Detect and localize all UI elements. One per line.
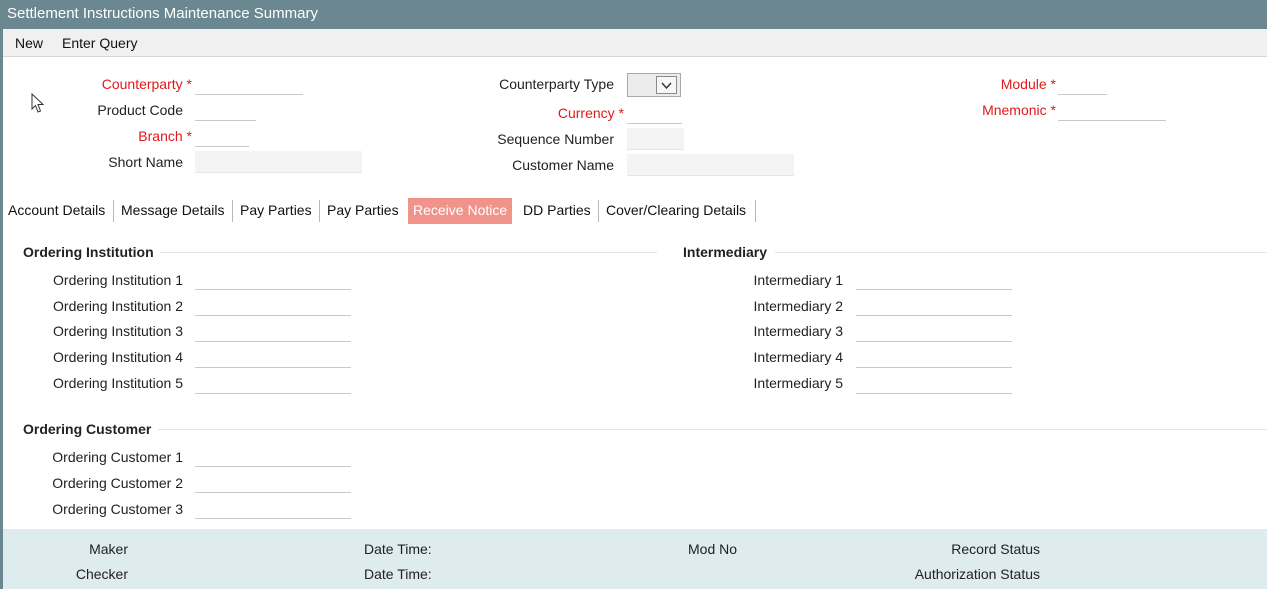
ordering-institution-3-input[interactable]: [195, 320, 351, 342]
ordering-institution-2-label: Ordering Institution 2: [53, 298, 183, 314]
ordering-institution-3-label: Ordering Institution 3: [53, 323, 183, 339]
ordering-institution-1-input[interactable]: [195, 268, 351, 290]
short-name-label: Short Name: [108, 154, 183, 170]
chevron-down-icon[interactable]: [656, 76, 677, 94]
authorization-status-label: Authorization Status: [914, 566, 1040, 582]
tab-separator: [319, 200, 320, 222]
ordering-institution-title: Ordering Institution: [23, 244, 154, 260]
window-title: Settlement Instructions Maintenance Summ…: [0, 0, 1267, 29]
short-name-input[interactable]: [195, 151, 362, 173]
sequence-number-label: Sequence Number: [497, 131, 614, 147]
intermediary-5-input[interactable]: [856, 372, 1012, 394]
new-menu-item[interactable]: New: [15, 35, 43, 51]
ordering-customer-3-input[interactable]: [195, 497, 351, 519]
module-label: Module *: [1000, 76, 1056, 92]
currency-label: Currency *: [557, 105, 624, 121]
intermediary-1-label: Intermediary 1: [753, 272, 843, 288]
tab-separator: [113, 200, 114, 222]
record-status-label: Record Status: [951, 541, 1040, 557]
ordering-institution-4-label: Ordering Institution 4: [53, 349, 183, 365]
section-divider: [158, 429, 1267, 430]
counterparty-type-select[interactable]: [627, 73, 681, 97]
counterparty-type-label: Counterparty Type: [499, 76, 614, 92]
ordering-customer-1-input[interactable]: [195, 445, 351, 467]
ordering-institution-5-label: Ordering Institution 5: [53, 375, 183, 391]
intermediary-3-label: Intermediary 3: [753, 323, 843, 339]
mod-no-label: Mod No: [688, 541, 738, 557]
section-divider: [160, 252, 657, 253]
tab-cover-clearing-details[interactable]: Cover/Clearing Details: [601, 198, 751, 224]
tab-account-details[interactable]: Account Details: [3, 198, 110, 224]
ordering-customer-2-input[interactable]: [195, 471, 351, 493]
tab-message-details[interactable]: Message Details: [116, 198, 230, 224]
ordering-customer-1-label: Ordering Customer 1: [52, 449, 183, 465]
intermediary-1-input[interactable]: [856, 268, 1012, 290]
intermediary-5-label: Intermediary 5: [753, 375, 843, 391]
product-code-label: Product Code: [97, 102, 183, 118]
intermediary-3-input[interactable]: [856, 320, 1012, 342]
branch-label: Branch *: [138, 128, 192, 144]
mnemonic-label: Mnemonic *: [982, 102, 1056, 118]
maker-label: Maker: [89, 541, 128, 557]
customer-name-label: Customer Name: [512, 157, 614, 173]
ordering-customer-2-label: Ordering Customer 2: [52, 475, 183, 491]
section-divider: [775, 252, 1267, 253]
ordering-customer-title: Ordering Customer: [23, 421, 152, 437]
tab-separator: [232, 200, 233, 222]
intermediary-2-label: Intermediary 2: [753, 298, 843, 314]
tab-receive-notice[interactable]: Receive Notice: [408, 198, 513, 224]
intermediary-title: Intermediary: [683, 244, 768, 260]
checker-date-time-label: Date Time:: [364, 566, 432, 582]
ordering-institution-5-input[interactable]: [195, 372, 351, 394]
module-input[interactable]: [1058, 73, 1107, 95]
menu-bar: New Enter Query: [3, 29, 1267, 57]
sequence-number-input[interactable]: [627, 128, 684, 150]
ordering-institution-1-label: Ordering Institution 1: [53, 272, 183, 288]
counterparty-label: Counterparty *: [101, 76, 192, 92]
mnemonic-input[interactable]: [1058, 99, 1166, 121]
currency-input[interactable]: [627, 102, 682, 124]
checker-label: Checker: [75, 566, 128, 582]
tab-dd-parties[interactable]: DD Parties: [518, 198, 596, 224]
audit-footer: Maker Checker Date Time: Date Time: Mod …: [3, 529, 1267, 589]
customer-name-input[interactable]: [627, 154, 794, 176]
ordering-institution-4-input[interactable]: [195, 346, 351, 368]
ordering-institution-2-input[interactable]: [195, 294, 351, 316]
tab-separator: [755, 200, 756, 222]
intermediary-4-label: Intermediary 4: [753, 349, 843, 365]
maker-date-time-label: Date Time:: [364, 541, 432, 557]
intermediary-4-input[interactable]: [856, 346, 1012, 368]
enter-query-menu-item[interactable]: Enter Query: [62, 35, 137, 51]
branch-input[interactable]: [195, 125, 249, 147]
intermediary-2-input[interactable]: [856, 294, 1012, 316]
left-border: [0, 29, 3, 589]
ordering-customer-3-label: Ordering Customer 3: [52, 501, 183, 517]
counterparty-input[interactable]: [195, 73, 303, 95]
tab-pay-parties-2[interactable]: Pay Parties: [322, 198, 404, 224]
product-code-input[interactable]: [195, 99, 256, 121]
tab-pay-parties[interactable]: Pay Parties: [235, 198, 317, 224]
mouse-pointer-icon: [31, 93, 45, 113]
tab-separator: [598, 200, 599, 222]
